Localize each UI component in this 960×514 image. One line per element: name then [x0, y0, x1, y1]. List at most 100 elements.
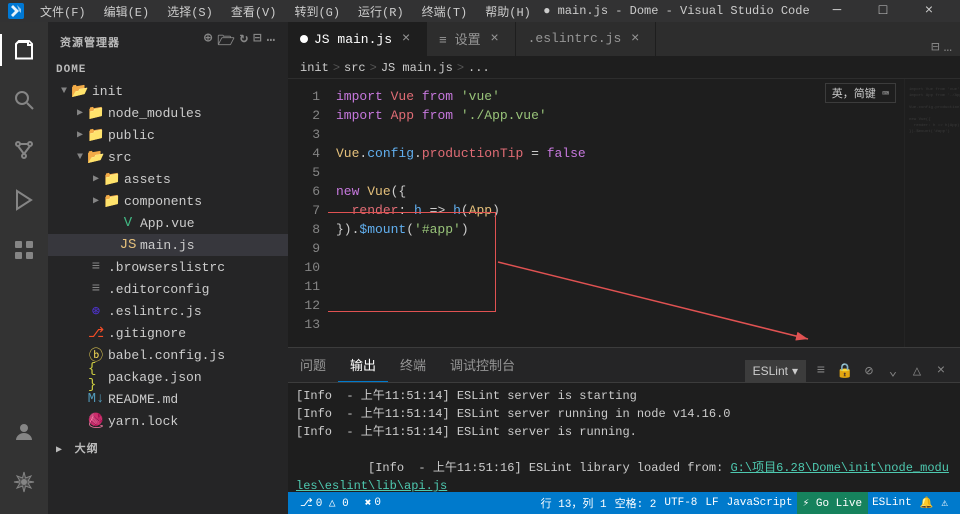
minimize-button[interactable]: ─: [814, 0, 860, 22]
panel-lock-icon[interactable]: 🔒: [834, 360, 856, 382]
menu-edit[interactable]: 编辑(E): [96, 1, 158, 22]
panel-tab-debug[interactable]: 调试控制台: [438, 347, 527, 382]
activity-extensions[interactable]: [0, 226, 48, 274]
panel-maximize-icon[interactable]: △: [906, 360, 928, 382]
sidebar-item-components[interactable]: ▶ 📁 components: [48, 190, 288, 212]
menu-file[interactable]: 文件(F): [32, 1, 94, 22]
sidebar-item-editorconfig[interactable]: ▶ ≡ .editorconfig: [48, 278, 288, 300]
status-language[interactable]: JavaScript: [723, 492, 797, 514]
status-eol[interactable]: LF: [701, 492, 722, 514]
code-line: [336, 239, 904, 258]
status-errors[interactable]: ✖ 0: [361, 492, 385, 514]
status-encoding[interactable]: UTF-8: [660, 492, 701, 514]
sidebar-item-src[interactable]: ▼ 📂 src: [48, 146, 288, 168]
bottom-panel: 问题 输出 终端 调试控制台 ESLint ▾ ≡ 🔒 ⊘ ⌄ △ ×: [288, 347, 960, 492]
status-git[interactable]: ⎇ 0 △ 0: [296, 492, 353, 514]
chevron-right-icon: ▶: [72, 107, 88, 119]
status-golive[interactable]: ⚡ Go Live: [797, 492, 868, 514]
status-eslint[interactable]: ESLint: [868, 492, 916, 514]
sidebar-header-actions[interactable]: ⊕ 🗁 ↻ ⊟ …: [204, 30, 276, 54]
panel-clear-icon[interactable]: ⊘: [858, 360, 880, 382]
new-file-icon[interactable]: ⊕: [204, 30, 213, 54]
sidebar-item-public[interactable]: ▶ 📁 public: [48, 124, 288, 146]
editor-split: 英，简键 ⌨ 12345 678910 111213: [288, 79, 960, 347]
sidebar-item-gitignore[interactable]: ▶ ⎇ .gitignore: [48, 322, 288, 344]
new-folder-icon[interactable]: 🗁: [217, 30, 235, 54]
sidebar-item-browserslistrc[interactable]: ▶ ≡ .browserslistrc: [48, 256, 288, 278]
panel-tabs: 问题 输出 终端 调试控制台 ESLint ▾ ≡ 🔒 ⊘ ⌄ △ ×: [288, 348, 960, 383]
sidebar-item-packagejson[interactable]: ▶ { } package.json: [48, 366, 288, 388]
menu-goto[interactable]: 转到(G): [286, 1, 348, 22]
more-actions-icon[interactable]: …: [267, 30, 276, 54]
more-actions-icon[interactable]: …: [944, 40, 952, 56]
sidebar-item-init[interactable]: ▼ 📂 init: [48, 80, 288, 102]
git-file-icon: ⎇: [88, 325, 104, 342]
panel-collapse-icon[interactable]: ⌄: [882, 360, 904, 382]
menu-terminal[interactable]: 终端(T): [414, 1, 476, 22]
activity-settings[interactable]: [0, 458, 48, 506]
chevron-right-icon: ▶: [88, 173, 104, 185]
sidebar-item-assets[interactable]: ▶ 📁 assets: [48, 168, 288, 190]
status-warnings[interactable]: ⚠: [937, 492, 952, 514]
tab-eslintrc[interactable]: .eslintrc.js ×: [516, 22, 657, 56]
split-editor-icon[interactable]: ⊟: [931, 39, 939, 56]
panel-icons: ≡ 🔒 ⊘ ⌄ △ ×: [810, 360, 952, 382]
breadcrumb-src[interactable]: src: [344, 61, 366, 75]
panel-list-icon[interactable]: ≡: [810, 360, 832, 382]
panel-tab-problems[interactable]: 问题: [288, 347, 338, 382]
tab-close-button[interactable]: ×: [487, 31, 503, 47]
sidebar-item-main-js[interactable]: ▶ JS main.js: [48, 234, 288, 256]
sidebar-item-readme[interactable]: ▶ M↓ README.md: [48, 388, 288, 410]
activity-scm[interactable]: [0, 126, 48, 174]
status-position[interactable]: 行 13，列 1: [537, 492, 611, 514]
breadcrumb-file[interactable]: JS main.js: [381, 61, 453, 75]
collapse-icon[interactable]: ⊟: [253, 30, 262, 54]
tab-main-js[interactable]: JS main.js ×: [288, 22, 427, 56]
panel-tab-terminal[interactable]: 终端: [388, 347, 438, 382]
close-button[interactable]: ×: [906, 0, 952, 22]
sidebar-tree: ▼ 📂 init ▶ 📁 node_modules ▶ 📁 public ▼ 📂…: [48, 80, 288, 514]
sidebar-item-node-modules[interactable]: ▶ 📁 node_modules: [48, 102, 288, 124]
sidebar-item-label: .eslintrc.js: [108, 304, 202, 319]
folder-icon: 📁: [104, 193, 120, 210]
panel-close-icon[interactable]: ×: [930, 360, 952, 382]
tab-close-button[interactable]: ×: [398, 31, 414, 47]
maximize-button[interactable]: □: [860, 0, 906, 22]
breadcrumb-more[interactable]: ...: [468, 61, 490, 75]
sidebar-item-babelconfig[interactable]: ▶ ⓑ babel.config.js: [48, 344, 288, 366]
sidebar-item-label: App.vue: [140, 216, 195, 231]
sidebar-item-label: .browserslistrc: [108, 260, 225, 275]
refresh-icon[interactable]: ↻: [240, 30, 249, 54]
sidebar-item-label: init: [92, 84, 123, 99]
code-content[interactable]: import Vue from 'vue' import App from '.…: [328, 79, 904, 347]
activity-debug[interactable]: [0, 176, 48, 224]
sidebar-item-yarnlock[interactable]: ▶ 🧶 yarn.lock: [48, 410, 288, 432]
menu-help[interactable]: 帮助(H): [477, 1, 539, 22]
sidebar-item-eslintrc[interactable]: ▶ ⊛ .eslintrc.js: [48, 300, 288, 322]
menu-bar[interactable]: 文件(F) 编辑(E) 选择(S) 查看(V) 转到(G) 运行(R) 终端(T…: [32, 1, 539, 22]
sidebar-item-app-vue[interactable]: ▶ V App.vue: [48, 212, 288, 234]
status-notifications[interactable]: 🔔: [916, 492, 938, 514]
dome-section: DOME: [48, 62, 288, 80]
tab-label: .eslintrc.js: [528, 31, 622, 46]
menu-select[interactable]: 选择(S): [159, 1, 221, 22]
menu-view[interactable]: 查看(V): [223, 1, 285, 22]
sidebar-item-label: assets: [124, 172, 171, 187]
status-spaces[interactable]: 空格: 2: [611, 492, 661, 514]
activity-explorer[interactable]: [0, 26, 48, 74]
panel-tab-output[interactable]: 输出: [338, 347, 388, 382]
tab-settings[interactable]: ≡ 设置 ×: [427, 22, 516, 56]
breadcrumb-init[interactable]: init: [300, 61, 329, 75]
outline-section[interactable]: ▶ 大纲: [48, 436, 288, 460]
log-line: [Info - 上午11:51:14] ESLint server is sta…: [296, 387, 952, 405]
activity-account[interactable]: [0, 408, 48, 456]
panel-dropdown-button[interactable]: ESLint ▾: [745, 360, 806, 382]
window-controls[interactable]: ─ □ ×: [814, 0, 952, 22]
sidebar-item-label: main.js: [140, 238, 195, 253]
menu-run[interactable]: 运行(R): [350, 1, 412, 22]
tab-close-button[interactable]: ×: [627, 31, 643, 47]
code-line: import Vue from 'vue': [336, 87, 904, 106]
code-editor[interactable]: 12345 678910 111213: [288, 79, 904, 347]
status-bar: ⎇ 0 △ 0 ✖ 0 行 13，列 1 空格: 2 UTF-8 LF Java…: [288, 492, 960, 514]
activity-search[interactable]: [0, 76, 48, 124]
